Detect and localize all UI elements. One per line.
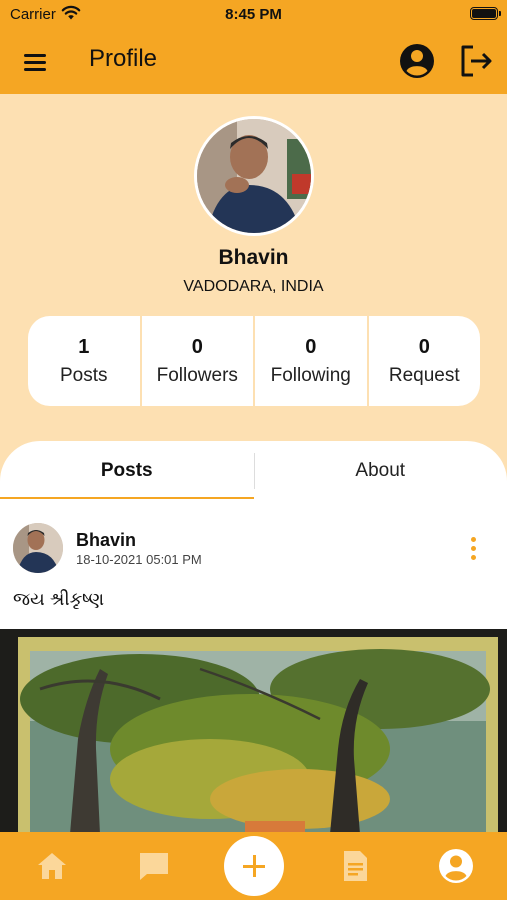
tab-about[interactable]: About <box>254 441 507 501</box>
profile-location: VADODARA, INDIA <box>183 278 324 295</box>
post-card: Bhavin 18-10-2021 05:01 PM જય શ્રીકૃષ્ણ <box>0 501 507 834</box>
post-author[interactable]: Bhavin <box>76 530 136 551</box>
page-title: Profile <box>89 45 158 72</box>
profile-name: Bhavin <box>218 246 289 269</box>
tab-divider <box>254 453 255 489</box>
stat-value: 0 <box>191 335 203 358</box>
stat-value: 0 <box>305 335 317 358</box>
post-image[interactable] <box>0 629 507 834</box>
chat-icon[interactable] <box>136 848 172 884</box>
stat-request[interactable]: 0 Request <box>369 316 481 406</box>
stat-label: Followers <box>156 364 238 386</box>
tab-posts[interactable]: Posts <box>0 441 254 501</box>
add-post-icon[interactable] <box>224 836 284 896</box>
menu-icon[interactable] <box>20 50 50 74</box>
stat-value: 1 <box>78 335 90 358</box>
post-author-avatar[interactable] <box>13 523 63 573</box>
more-vertical-icon[interactable] <box>466 534 482 564</box>
stat-label: Following <box>270 364 351 386</box>
stat-posts[interactable]: 1 Posts <box>28 316 142 406</box>
stats-card: 1 Posts 0 Followers 0 Following 0 Reques… <box>28 316 480 406</box>
profile-icon[interactable] <box>438 848 474 884</box>
logout-icon[interactable] <box>457 42 495 80</box>
stat-following[interactable]: 0 Following <box>255 316 369 406</box>
stat-label: Posts <box>59 364 108 386</box>
account-circle-icon[interactable] <box>398 42 436 80</box>
stat-value: 0 <box>418 335 430 358</box>
home-icon[interactable] <box>34 848 70 884</box>
stat-followers[interactable]: 0 Followers <box>142 316 255 406</box>
status-bar: Carrier 8:45 PM <box>0 0 507 30</box>
profile-avatar[interactable] <box>194 116 314 236</box>
profile-header: Bhavin VADODARA, INDIA 1 Posts 0 Followe… <box>0 94 507 500</box>
post-text: જય શ્રીકૃષ્ણ <box>13 589 105 609</box>
post-timestamp: 18-10-2021 05:01 PM <box>76 552 202 567</box>
document-icon[interactable] <box>337 848 373 884</box>
app-bar: Profile <box>0 30 507 94</box>
bottom-nav <box>0 832 507 900</box>
stat-label: Request <box>388 364 460 386</box>
status-time: 8:45 PM <box>225 6 282 23</box>
battery-icon <box>470 7 501 20</box>
